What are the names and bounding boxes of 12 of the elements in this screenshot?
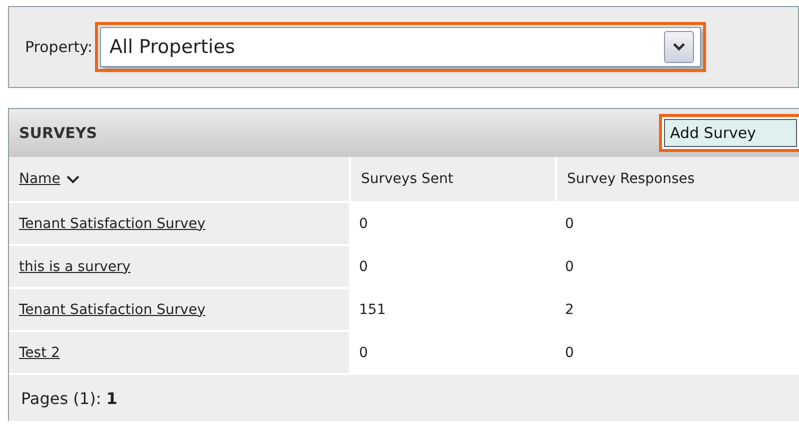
panel-title: SURVEYS: [19, 124, 98, 142]
property-label: Property:: [25, 38, 92, 56]
sort-link[interactable]: Name: [19, 171, 60, 187]
column-label: Surveys Sent: [361, 171, 454, 187]
survey-link[interactable]: Test 2: [19, 344, 60, 360]
add-survey-button[interactable]: Add Survey: [659, 114, 799, 152]
chevron-down-icon[interactable]: [664, 31, 694, 63]
survey-link[interactable]: this is a survery: [19, 258, 131, 274]
survey-link[interactable]: Tenant Satisfaction Survey: [19, 302, 206, 318]
pager-text: Pages (1): 1: [21, 388, 118, 408]
column-label: Survey Responses: [567, 171, 695, 187]
survey-link[interactable]: Tenant Satisfaction Survey: [19, 216, 206, 232]
